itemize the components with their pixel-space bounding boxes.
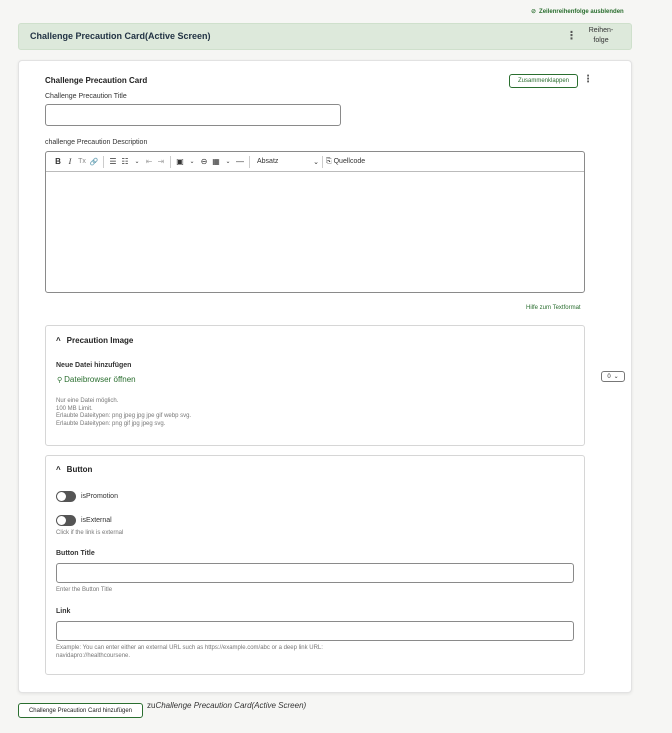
add-paragraph-target: zuChallenge Precaution Card(Active Scree… xyxy=(147,701,306,710)
is-promotion-toggle[interactable] xyxy=(56,491,76,502)
is-external-label: isExternal xyxy=(81,517,112,524)
button-section-title: Button xyxy=(66,465,93,474)
order-column-label: Reihen-folge xyxy=(588,27,614,44)
chevron-down-icon[interactable]: ⌄ xyxy=(186,158,198,165)
text-format-help-link[interactable]: Hilfe zum Textformat xyxy=(526,305,581,311)
add-file-label: Neue Datei hinzufügen xyxy=(56,362,132,369)
precaution-image-title: Precaution Image xyxy=(66,336,134,345)
is-external-hint: Click if the link is external xyxy=(56,530,124,536)
header-kebab-icon[interactable]: ⋮ xyxy=(566,29,577,42)
source-code-icon: ⎘ xyxy=(326,157,332,165)
link-label: Link xyxy=(56,608,71,615)
chevron-up-icon: ^ xyxy=(56,465,61,474)
link-hint: Example: You can enter either an externa… xyxy=(56,645,323,660)
link-input[interactable] xyxy=(56,621,574,641)
indent-icon[interactable]: ⇥ xyxy=(155,157,167,166)
toolbar-separator xyxy=(322,155,323,168)
horizontal-line-icon[interactable]: — xyxy=(234,157,246,166)
title-field-label: Challenge Precaution Title xyxy=(45,93,127,100)
chevron-down-icon: ⌄ xyxy=(613,374,619,380)
weight-value: 0 xyxy=(607,373,611,380)
file-browser-button[interactable]: ⚲ Dateibrowser öffnen xyxy=(57,375,136,384)
add-paragraph-button[interactable]: Challenge Precaution Card hinzufügen xyxy=(18,703,143,718)
outdent-icon[interactable]: ⇤ xyxy=(143,157,155,166)
source-label: Quellcode xyxy=(333,158,366,165)
numbered-list-icon[interactable]: ☷ xyxy=(119,157,131,166)
link-icon[interactable]: 🔗 xyxy=(88,158,100,166)
hint-line: navidapro://healthcoursene. xyxy=(56,652,131,659)
hide-row-order-link[interactable]: ⊘ Zeilenreihenfolge ausblenden xyxy=(531,8,624,16)
weight-select[interactable]: 0 ⌄ xyxy=(601,371,625,382)
hint-line: Example: You can enter either an externa… xyxy=(56,645,323,651)
hint-line: 100 MB Limit. xyxy=(56,405,93,412)
description-label: challenge Precaution Description xyxy=(45,139,148,146)
table-icon[interactable]: ▦ xyxy=(210,157,222,166)
card-title: Challenge Precaution Card xyxy=(45,76,148,85)
button-title-input[interactable] xyxy=(56,563,574,583)
title-input[interactable] xyxy=(45,104,341,126)
editor-toolbar: B I Tx 🔗 ☰ ☷ ⌄ ⇤ ⇥ ▣ ⌄ ⊖ ▦ ⌄ — Absatz ⌄ … xyxy=(46,152,584,172)
bold-button[interactable]: B xyxy=(52,157,64,166)
editor-content-area[interactable] xyxy=(46,173,584,292)
card-kebab-icon[interactable]: ⋮ xyxy=(583,74,593,85)
precaution-image-summary[interactable]: ^ Precaution Image xyxy=(56,336,133,345)
hide-row-order-label: Zeilenreihenfolge ausblenden xyxy=(539,8,624,15)
chevron-up-icon: ^ xyxy=(56,336,61,345)
chevron-down-icon[interactable]: ⌄ xyxy=(222,158,234,165)
search-icon: ⚲ xyxy=(57,376,63,384)
button-title-hint: Enter the Button Title xyxy=(56,587,113,593)
chevron-down-icon[interactable]: ⌄ xyxy=(131,158,143,165)
is-promotion-label: isPromotion xyxy=(81,493,118,500)
paragraph-format-select[interactable]: Absatz ⌄ xyxy=(253,158,319,166)
paragraph-header-title: Challenge Precaution Card(Active Screen) xyxy=(30,31,211,41)
button-section-summary[interactable]: ^ Button xyxy=(56,465,92,474)
toolbar-separator xyxy=(103,155,104,168)
chevron-down-icon: ⌄ xyxy=(313,158,319,166)
paragraph-format-value: Absatz xyxy=(257,157,279,165)
image-icon[interactable]: ▣ xyxy=(174,157,186,166)
file-upload-hints: Nur eine Datei möglich. 100 MB Limit. Er… xyxy=(56,398,191,428)
italic-button[interactable]: I xyxy=(64,157,76,166)
toolbar-separator xyxy=(170,155,171,168)
toolbar-separator xyxy=(249,155,250,168)
bulleted-list-icon[interactable]: ☰ xyxy=(107,157,119,166)
button-title-label: Button Title xyxy=(56,550,95,557)
order-toggle-icon: ⊘ xyxy=(531,9,537,15)
clear-format-button[interactable]: Tx xyxy=(76,158,88,165)
hint-line: Erlaubte Dateitypen: png jpeg jpg jpe gi… xyxy=(56,413,192,419)
collapse-button[interactable]: Zusammenklappen xyxy=(509,74,578,88)
hint-line: Erlaubte Dateitypen: png gif jpg jpeg sv… xyxy=(56,420,166,427)
is-external-toggle[interactable] xyxy=(56,515,76,526)
embed-icon[interactable]: ⊖ xyxy=(198,157,210,166)
hint-line: Nur eine Datei möglich. xyxy=(56,398,119,404)
source-button[interactable]: ⎘ Quellcode xyxy=(326,158,365,166)
add-target-name: Challenge Precaution Card(Active Screen) xyxy=(155,701,307,710)
file-browser-label: Dateibrowser öffnen xyxy=(64,375,136,384)
